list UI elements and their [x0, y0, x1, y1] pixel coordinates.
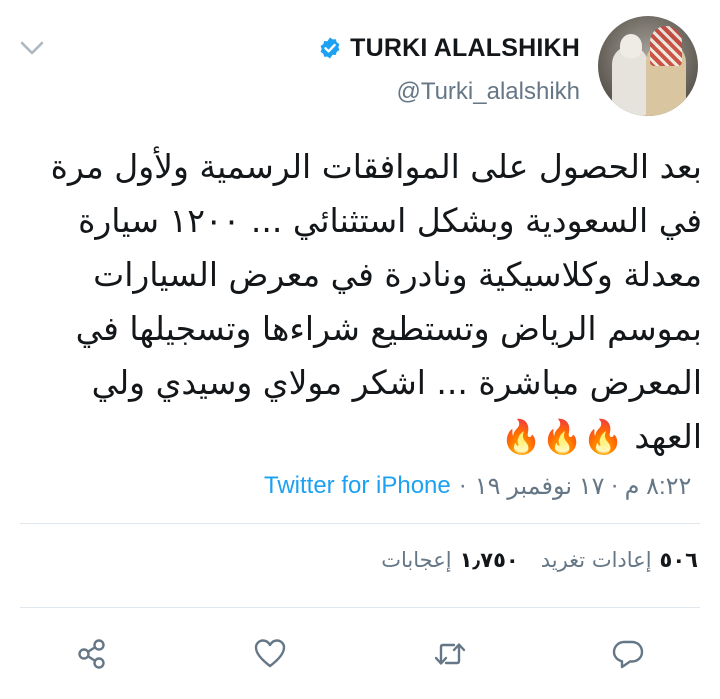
divider-bottom — [20, 607, 700, 608]
share-icon — [78, 639, 105, 669]
author-handle[interactable]: @Turki_alalshikh — [396, 78, 580, 106]
reply-button[interactable] — [608, 634, 648, 674]
verified-badge-icon — [320, 37, 340, 59]
heart-icon — [254, 639, 286, 668]
meta-separator: · — [458, 472, 467, 499]
retweets-stat[interactable]: ٥٠٦ إعادات تغريد — [541, 548, 698, 572]
divider-top — [20, 523, 700, 524]
reply-icon — [612, 640, 644, 669]
retweet-button[interactable] — [430, 634, 470, 674]
tweet-text: بعد الحصول على الموافقات الرسمية ولأول م… — [50, 147, 702, 456]
tweet-stats: ٥٠٦ إعادات تغريد ١٫٧٥٠ إعجابات — [381, 548, 698, 572]
avatar[interactable] — [598, 16, 698, 116]
author-name-row[interactable]: TURKI ALALSHIKH — [318, 33, 580, 63]
meta-separator-2: · — [610, 472, 619, 499]
tweet-options-button[interactable] — [18, 36, 46, 60]
author-display-name[interactable]: TURKI ALALSHIKH — [350, 34, 580, 63]
share-button[interactable] — [72, 634, 112, 674]
retweets-label: إعادات تغريد — [540, 548, 652, 572]
likes-count: ١٫٧٥٠ — [459, 548, 519, 572]
retweets-count: ٥٠٦ — [659, 548, 698, 572]
tweet-source-link[interactable]: Twitter for iPhone — [264, 472, 451, 500]
retweet-icon — [434, 643, 466, 665]
like-button[interactable] — [250, 634, 290, 674]
tweet-date: ١٧ نوفمبر ١٩ — [474, 472, 605, 500]
likes-label: إعجابات — [381, 548, 452, 572]
tweet-meta: Twitter for iPhone · ١٧ نوفمبر ١٩ · ٨:٢٢… — [264, 468, 691, 504]
chevron-down-icon — [20, 41, 44, 55]
tweet-time: ٨:٢٢ م — [624, 472, 692, 500]
likes-stat[interactable]: ١٫٧٥٠ إعجابات — [381, 548, 518, 572]
tweet-actions — [0, 634, 720, 674]
